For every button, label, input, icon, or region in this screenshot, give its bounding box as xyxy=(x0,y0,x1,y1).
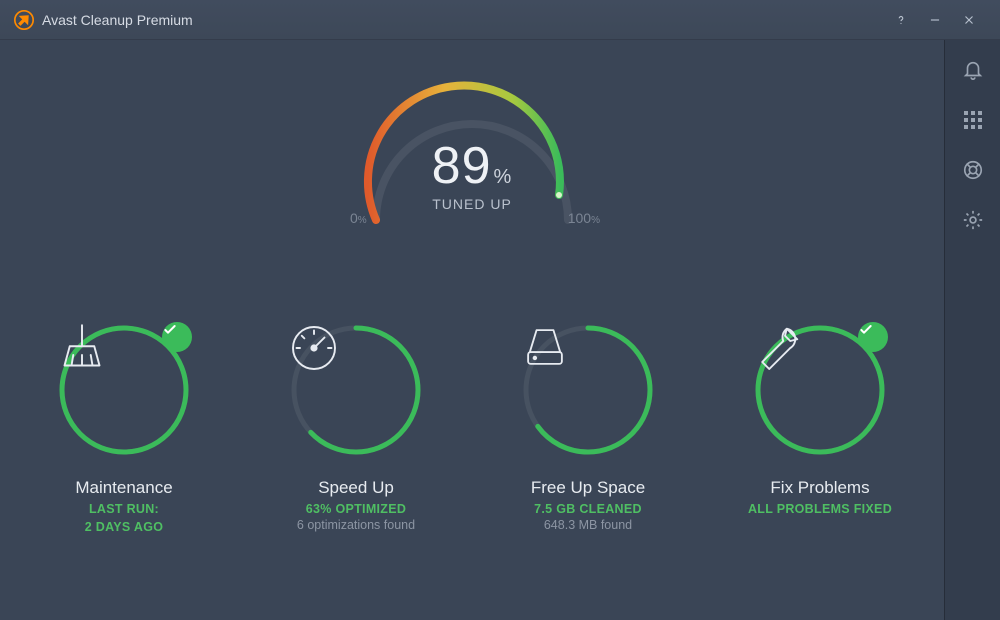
lifebuoy-icon xyxy=(962,159,984,181)
gear-icon xyxy=(962,209,984,231)
gauge-value: 89% xyxy=(342,136,602,196)
card-status-line-1: LAST RUN: xyxy=(89,502,159,516)
card-status-line-2: 6 optimizations found xyxy=(297,518,415,532)
broom-icon xyxy=(54,320,110,376)
card-title: Free Up Space xyxy=(531,478,645,498)
card-title: Maintenance xyxy=(75,478,172,498)
gauge-caption: TUNED UP xyxy=(342,196,602,212)
notifications-button[interactable] xyxy=(961,58,985,82)
card-title: Speed Up xyxy=(318,478,394,498)
app-title: Avast Cleanup Premium xyxy=(42,12,193,28)
card-status-line-1: 63% OPTIMIZED xyxy=(306,502,406,516)
main-panel: 89% TUNED UP 0% 100% xyxy=(0,40,944,620)
freeup-card[interactable]: Free Up Space 7.5 GB CLEANED 648.3 MB fo… xyxy=(503,320,673,534)
gauge-min-label: 0% xyxy=(350,210,367,226)
bell-icon xyxy=(962,59,984,81)
apps-button[interactable] xyxy=(961,108,985,132)
wrench-icon xyxy=(750,320,806,376)
category-cards: Maintenance LAST RUN: 2 DAYS AGO xyxy=(0,320,944,534)
close-button[interactable] xyxy=(952,0,986,40)
card-status-line-2: 2 DAYS AGO xyxy=(85,520,164,534)
card-status-line-2: 648.3 MB found xyxy=(544,518,632,532)
check-badge xyxy=(162,322,192,352)
check-icon xyxy=(858,322,874,338)
settings-button[interactable] xyxy=(961,208,985,232)
speedometer-icon xyxy=(286,320,342,376)
help-button[interactable] xyxy=(884,0,918,40)
close-icon xyxy=(962,13,976,27)
support-button[interactable] xyxy=(961,158,985,182)
check-icon xyxy=(162,322,178,338)
speedup-card[interactable]: Speed Up 63% OPTIMIZED 6 optimizations f… xyxy=(271,320,441,534)
hdd-icon xyxy=(518,320,572,374)
question-icon xyxy=(894,13,908,27)
apps-grid-icon xyxy=(964,111,982,129)
card-status-line-1: ALL PROBLEMS FIXED xyxy=(748,502,892,516)
title-bar: Avast Cleanup Premium xyxy=(0,0,1000,40)
tuneup-gauge: 89% TUNED UP 0% 100% xyxy=(342,80,602,260)
card-title: Fix Problems xyxy=(770,478,869,498)
minimize-icon xyxy=(928,13,942,27)
fixproblems-card[interactable]: Fix Problems ALL PROBLEMS FIXED xyxy=(735,320,905,534)
card-status-line-1: 7.5 GB CLEANED xyxy=(534,502,642,516)
avast-logo-icon xyxy=(14,10,34,30)
gauge-max-label: 100% xyxy=(568,210,600,226)
check-badge xyxy=(858,322,888,352)
right-sidebar xyxy=(944,40,1000,620)
maintenance-card[interactable]: Maintenance LAST RUN: 2 DAYS AGO xyxy=(39,320,209,534)
minimize-button[interactable] xyxy=(918,0,952,40)
